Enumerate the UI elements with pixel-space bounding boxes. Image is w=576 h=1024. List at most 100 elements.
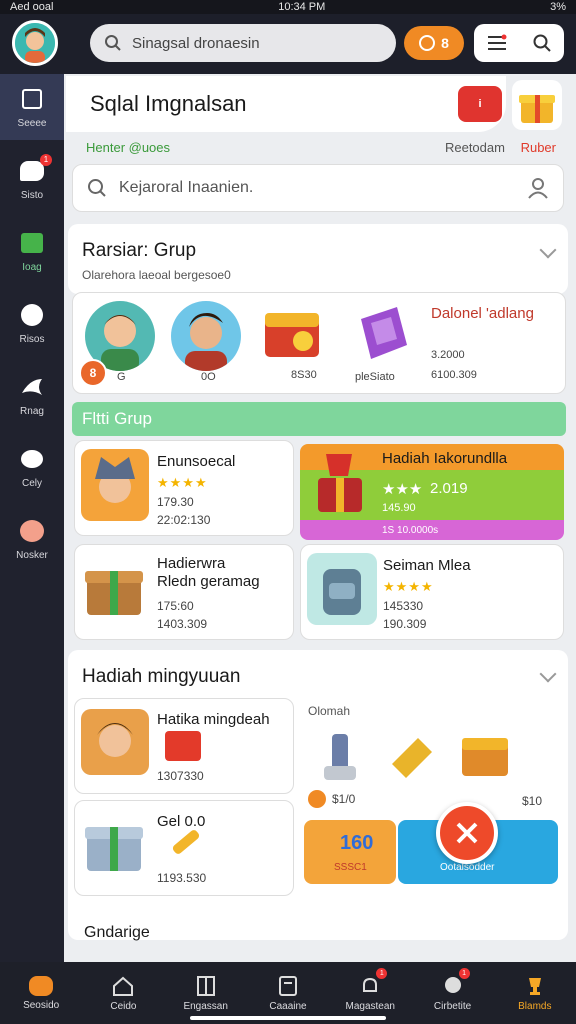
- rating-stars: ★★★★: [157, 475, 208, 490]
- sidebar-item-2[interactable]: Ioag: [0, 218, 64, 284]
- sidebar-item-label: Seeee: [17, 117, 47, 129]
- promo-badge-button[interactable]: i: [458, 86, 502, 122]
- nav-item-1[interactable]: Ceido: [82, 962, 164, 1024]
- weekly-right-label: Olomah: [308, 704, 351, 718]
- sidebar-item-0[interactable]: Seeee: [0, 74, 64, 140]
- nav-item-5[interactable]: 1 Cirbetite: [411, 962, 493, 1024]
- weekly-card-2-meta: 1193.530: [157, 871, 207, 885]
- home-icon: [113, 976, 134, 996]
- menu-icon[interactable]: [486, 34, 508, 52]
- fitur-card-1-meta-1: 179.30: [157, 495, 194, 509]
- home-indicator[interactable]: [190, 1016, 386, 1020]
- sidebar-badge: 1: [40, 153, 52, 166]
- sidebar-item-label: Sisto: [20, 189, 44, 201]
- sidebar-item-5[interactable]: Cely: [0, 434, 64, 500]
- promo-meta: 145.90: [382, 502, 416, 514]
- fitur-card-1-name: Enunsoecal: [157, 453, 236, 470]
- nav-item-3[interactable]: Caaaine: [247, 962, 329, 1024]
- user-icon[interactable]: [527, 177, 549, 199]
- bag-item-icon[interactable]: [351, 301, 413, 365]
- reward-tile-1-sub: SSSC1: [334, 862, 367, 873]
- nav-label: Engassan: [183, 1000, 228, 1012]
- tool-item-icon[interactable]: [318, 730, 362, 784]
- fitur-card-3-name: Seiman Mlea: [383, 557, 471, 574]
- top-bar: Sinagsal dronaesin 8: [0, 14, 576, 74]
- fitur-card-1-meta-2: 22:02:130: [157, 513, 211, 527]
- fitur-title: Fltti Grup: [82, 409, 152, 428]
- reward-tile-1[interactable]: 160 SSSC1: [304, 820, 396, 884]
- promo-value: 2.019: [430, 480, 468, 497]
- nav-label: Magastean: [345, 1000, 395, 1012]
- sidebar-item-label: Cely: [21, 477, 42, 489]
- chat-icon: 1: [18, 153, 52, 184]
- nav-item-6[interactable]: Blamds: [494, 962, 576, 1024]
- subheader-right-2[interactable]: Ruber: [521, 140, 556, 155]
- section-group-header: Rarsiar: Grup Olarehora laeoal bergesoe0: [68, 224, 568, 294]
- hero-avatar: [81, 709, 149, 775]
- nav-item-2[interactable]: Engassan: [165, 962, 247, 1024]
- section-group-subtitle: Olarehora laeoal bergesoe0: [82, 268, 231, 282]
- character-avatar-2[interactable]: [171, 301, 241, 371]
- strip-side-value-1: 3.2000: [431, 349, 465, 361]
- nav-label: Ceido: [110, 1000, 137, 1012]
- sidebar-item-3[interactable]: Risos: [0, 290, 64, 356]
- trophy-icon: [528, 977, 541, 995]
- key-icon: [171, 828, 201, 856]
- bird-icon: [18, 374, 46, 400]
- cat-icon: [29, 975, 54, 996]
- nav-item-0[interactable]: Seosido: [0, 962, 82, 1024]
- top-search-text: Sinagsal dronaesin: [132, 34, 260, 52]
- shop-icon: [18, 230, 46, 256]
- main-search-input[interactable]: Kejaroral Inaanien.: [72, 164, 564, 212]
- bottom-nav: Seosido Ceido Engassan Caaaine 1 Magaste…: [0, 962, 576, 1024]
- sidebar: Seeee 1 Sisto Ioag Risos Rnag Cely Noske…: [0, 74, 64, 962]
- weekly-card-1[interactable]: Hatika mingdeah 1307330: [74, 698, 294, 794]
- sidebar-item-1[interactable]: 1 Sisto: [0, 146, 64, 212]
- close-icon: [456, 822, 478, 844]
- badge-circle: 8: [79, 359, 107, 387]
- sidebar-item-4[interactable]: Rnag: [0, 362, 64, 428]
- fitur-card-2[interactable]: Hadierwra Rledn geramag 175:60 1403.309: [74, 544, 294, 640]
- subheader-row: Henter @uoes Reetodam Ruber: [86, 140, 556, 160]
- toolbar-pill: [474, 24, 564, 62]
- avatar[interactable]: [12, 20, 58, 66]
- mascot-icon: [18, 518, 46, 544]
- nav-item-4[interactable]: 1 Magastean: [329, 962, 411, 1024]
- chest-item-icon[interactable]: [460, 734, 510, 778]
- fitur-card-3-meta-1: 145330: [383, 599, 424, 613]
- smile-icon: [18, 302, 46, 328]
- promo-reward-card[interactable]: 1S 10.0000s Hadiah Iakorundlla ★★★ 2.019…: [300, 444, 564, 540]
- close-fab-button[interactable]: [436, 802, 498, 864]
- subheader-right-1[interactable]: Reetodam: [445, 140, 505, 155]
- backpack-icon: [307, 553, 377, 625]
- nav-badge: 1: [458, 968, 470, 979]
- clock: 10:34 PM: [278, 1, 326, 13]
- section-group-title: Rarsiar: Grup: [82, 240, 197, 261]
- fitur-section-header: Fltti Grup: [72, 402, 566, 436]
- weekly-card-1-meta: 1307330: [157, 769, 204, 783]
- coin-icon: [419, 35, 436, 51]
- search-icon[interactable]: [532, 33, 552, 53]
- badge-value: 8: [89, 366, 97, 380]
- list-icon: [278, 975, 297, 996]
- horn-item-icon[interactable]: [388, 734, 436, 780]
- search-icon: [105, 35, 121, 51]
- fitur-card-1[interactable]: Enunsoecal ★★★★ 179.30 22:02:130: [74, 440, 294, 536]
- item2-caption: pleSiato: [355, 371, 395, 383]
- chevron-down-icon[interactable]: [539, 241, 557, 259]
- treasure-chest-icon[interactable]: [259, 303, 325, 361]
- silver-gift-icon: [81, 811, 147, 877]
- chevron-down-icon[interactable]: [539, 665, 557, 683]
- avatar-face-icon: [15, 23, 55, 63]
- sidebar-item-6[interactable]: Nosker: [0, 506, 64, 572]
- gift-button[interactable]: [512, 80, 562, 130]
- carrier-label: Aed ooal: [10, 1, 54, 13]
- top-search-input[interactable]: Sinagsal dronaesin: [90, 24, 396, 62]
- inbox-icon: [18, 86, 46, 112]
- coin-button[interactable]: 8: [404, 26, 464, 60]
- subheader-link[interactable]: Henter @uoes: [86, 140, 170, 160]
- weekly-card-2[interactable]: Gel 0.0 1193.530: [74, 800, 294, 896]
- speech-icon: [18, 446, 46, 472]
- fitur-card-3[interactable]: Seiman Mlea ★★★★ 145330 190.309: [300, 544, 564, 640]
- coin-icon: [308, 790, 326, 808]
